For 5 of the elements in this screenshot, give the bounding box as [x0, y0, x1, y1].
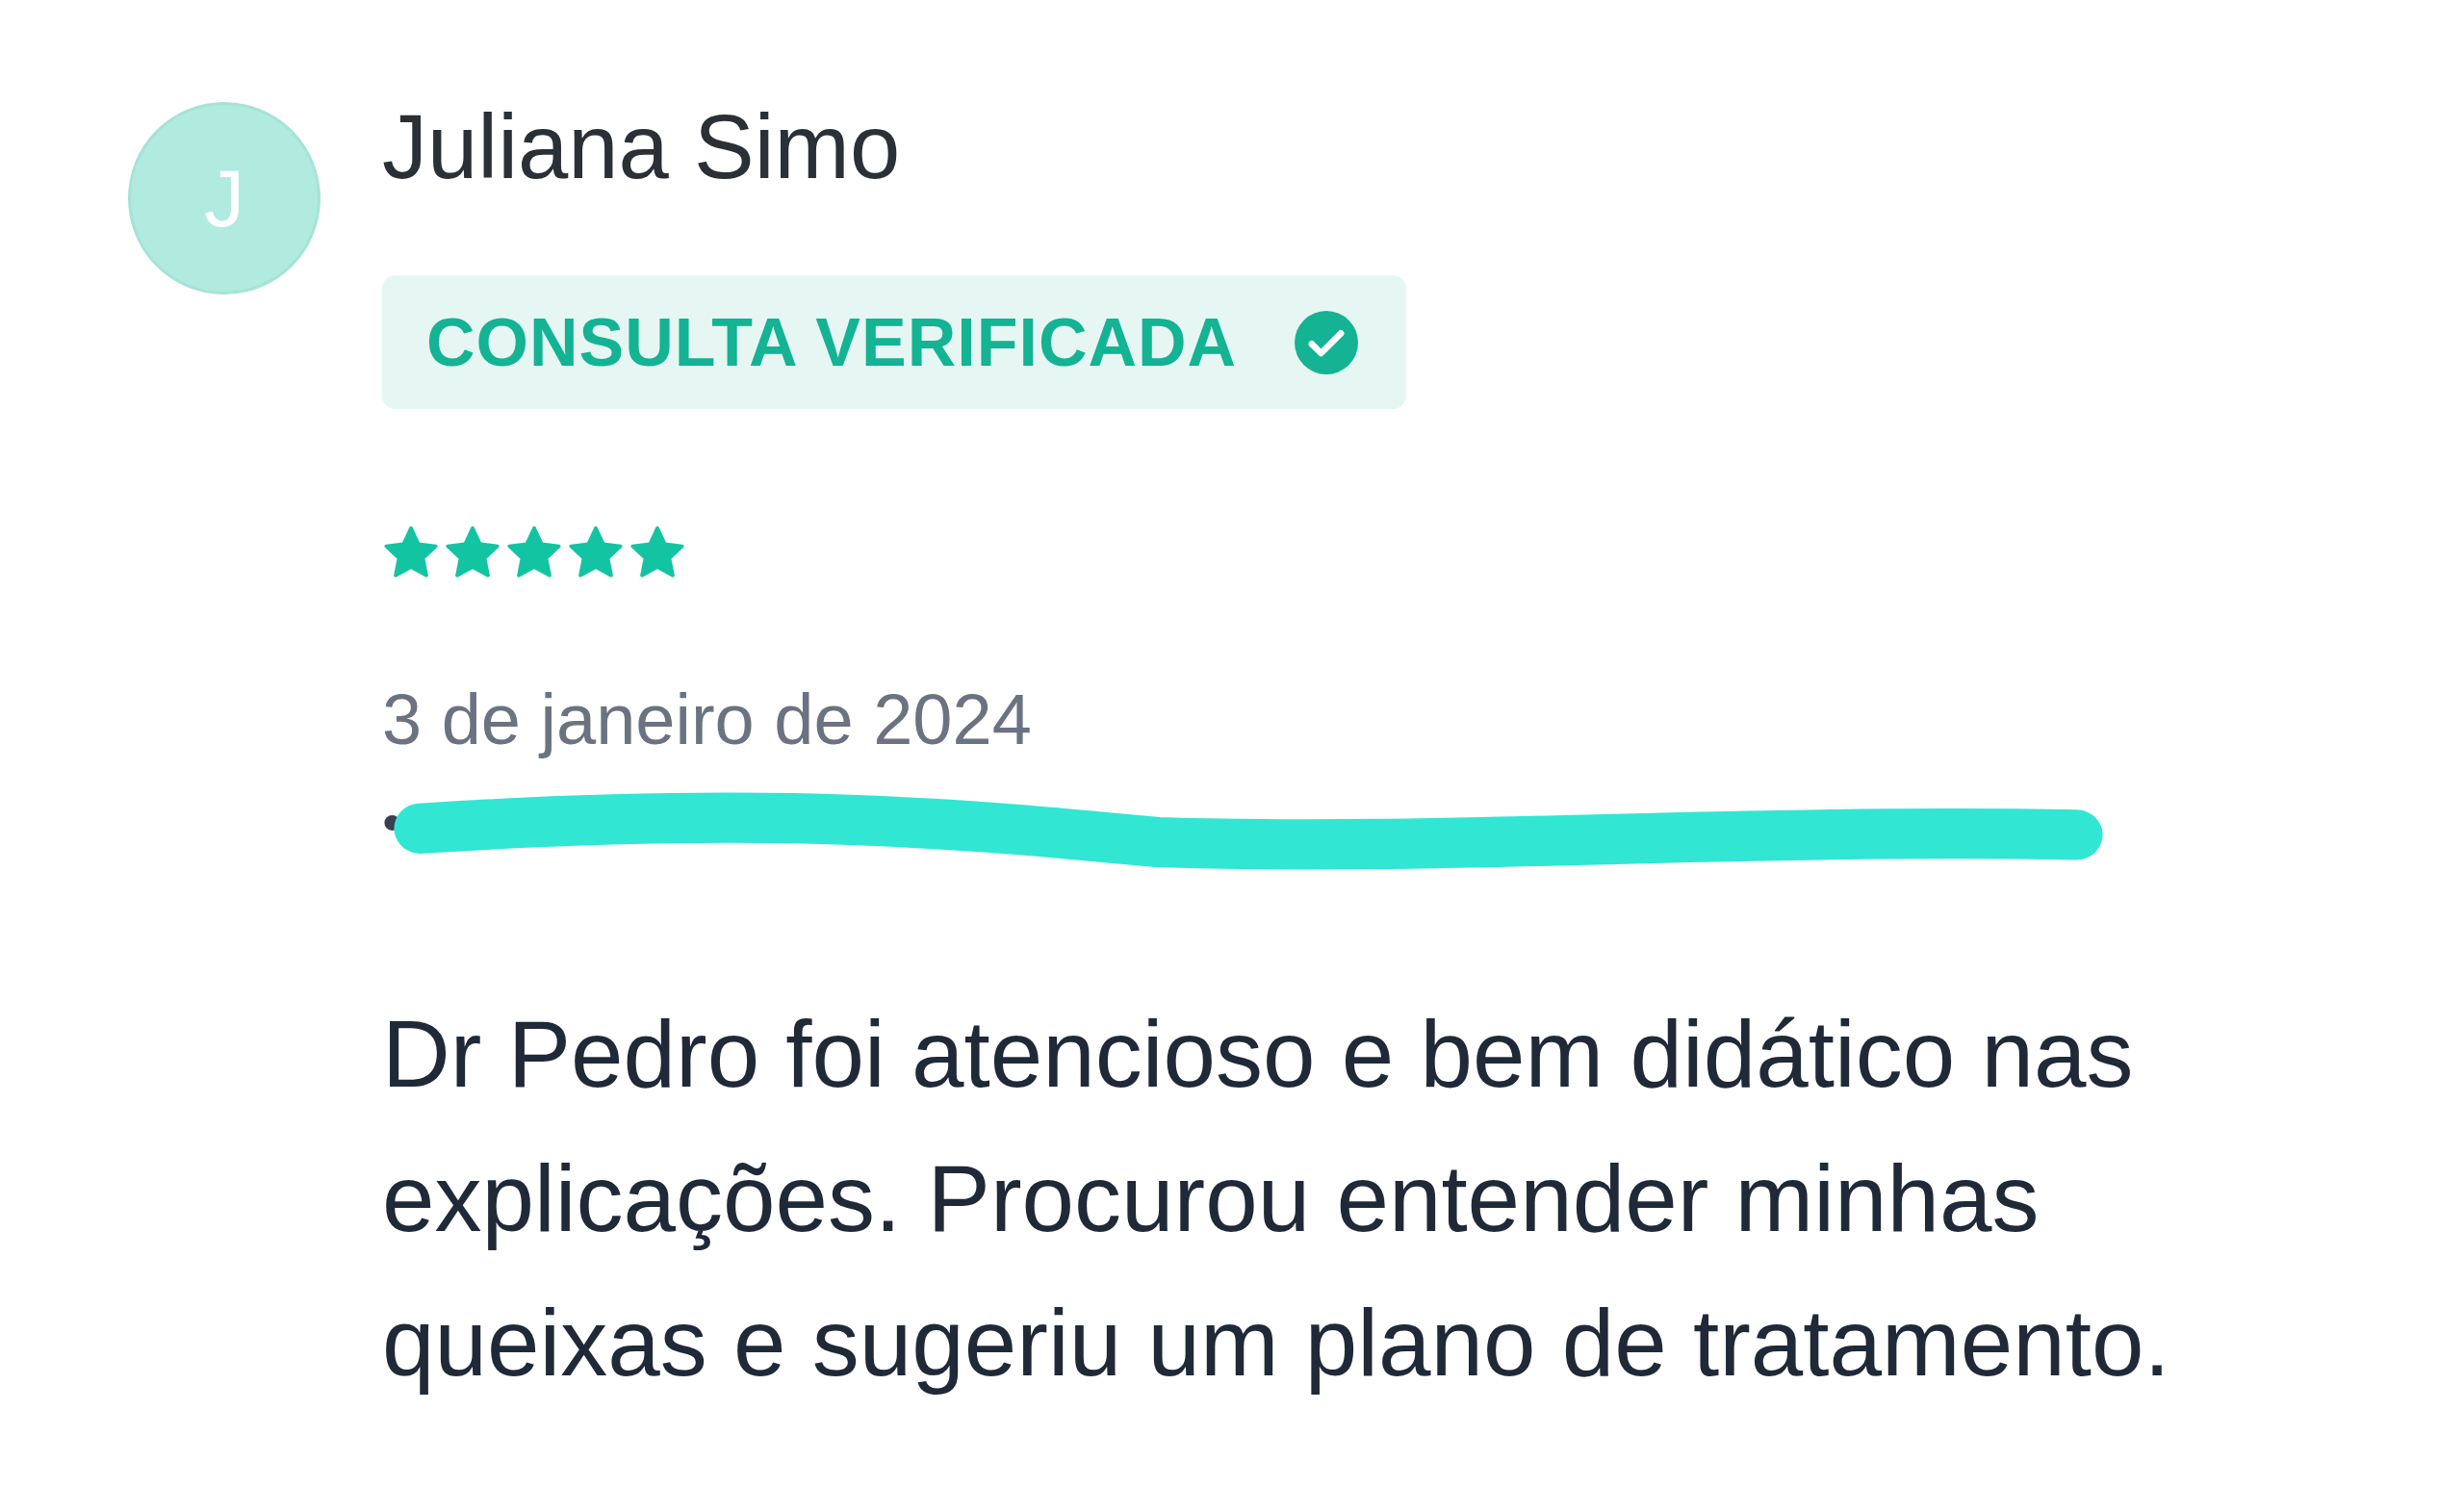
review-text: Dr Pedro foi atencioso e bem didático nas explicações. Procurou entender minhas queixas e sugeriu um plano de tratamento. — [382, 1000, 2171, 1397]
avatar: J — [128, 102, 321, 295]
review-date: 3 de janeiro de 2024 — [382, 679, 1032, 760]
author-name: Juliana Simo — [382, 102, 901, 192]
badge-label: CONSULTA VERIFICADA — [426, 303, 1238, 381]
